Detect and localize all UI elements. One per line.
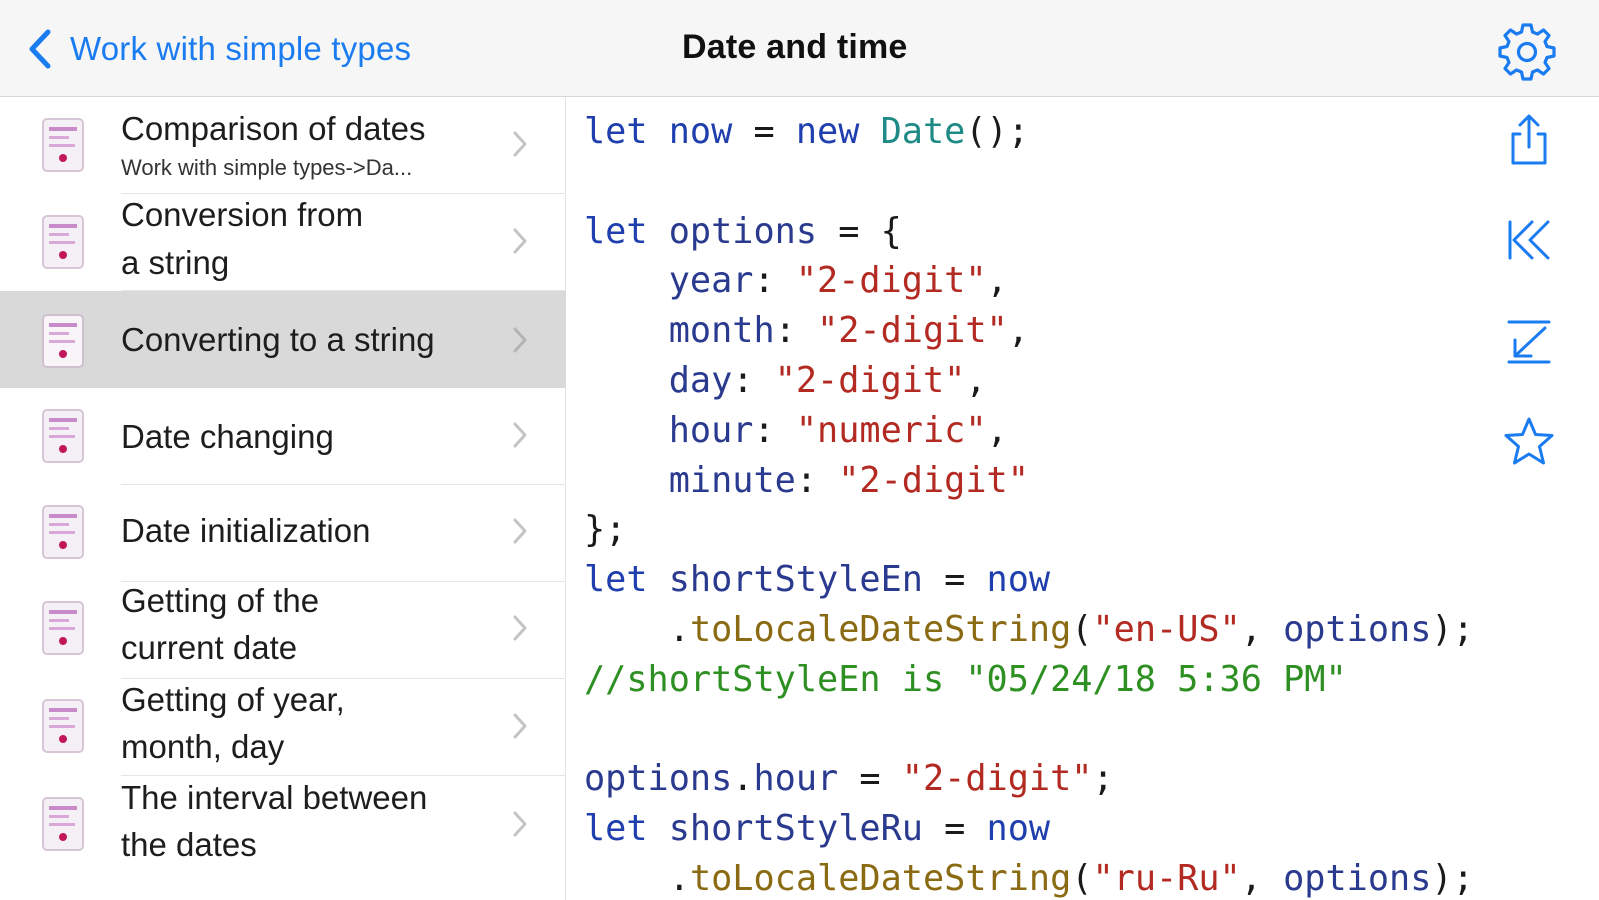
list-item-date-initialization[interactable]: Date initialization xyxy=(0,485,566,582)
code-document-icon xyxy=(42,314,84,368)
chevron-right-icon xyxy=(513,811,527,837)
code-document-icon xyxy=(42,409,84,463)
list-item-title-line2: current date xyxy=(121,629,298,666)
gear-icon[interactable] xyxy=(1497,22,1557,82)
list-item-getting-of-year-month-day[interactable]: Getting of year, month, day xyxy=(0,679,566,776)
skip-to-start-icon[interactable] xyxy=(1501,212,1557,268)
list-item-title-line2: month, day xyxy=(121,728,285,765)
code-block: let now = new Date(); let options = { ye… xyxy=(584,111,1474,899)
list-item-title: Getting of the xyxy=(121,582,320,619)
chevron-right-icon xyxy=(513,131,527,157)
list-item-the-interval-between-the-dates[interactable]: The interval between the dates xyxy=(0,776,566,873)
list-item-conversion-from-a-string[interactable]: Conversion from a string xyxy=(0,194,566,291)
code-viewer[interactable]: let now = new Date(); let options = { ye… xyxy=(566,97,1599,900)
list-item-title-line2: a string xyxy=(121,244,230,281)
chevron-right-icon xyxy=(513,615,527,641)
navigation-bar: Work with simple types Date and time xyxy=(0,0,1599,97)
code-document-icon xyxy=(42,699,84,753)
back-button[interactable]: Work with simple types xyxy=(26,24,411,74)
back-button-label: Work with simple types xyxy=(70,30,412,67)
topic-list: Comparison of dates Work with simple typ… xyxy=(0,97,566,900)
star-icon[interactable] xyxy=(1501,414,1557,470)
code-document-icon xyxy=(42,215,84,269)
code-document-icon xyxy=(42,601,84,655)
list-item-comparison-of-dates[interactable]: Comparison of dates Work with simple typ… xyxy=(0,97,566,194)
code-document-icon xyxy=(42,505,84,559)
list-item-getting-of-the-current-date[interactable]: Getting of the current date xyxy=(0,582,566,679)
list-item-title: Date initialization xyxy=(121,512,371,549)
list-item-title-line2: the dates xyxy=(121,826,257,863)
list-item-title: Getting of year, xyxy=(121,681,345,718)
list-item-title: Conversion from xyxy=(121,196,364,233)
chevron-right-icon xyxy=(513,713,527,739)
list-item-date-changing[interactable]: Date changing xyxy=(0,388,566,485)
list-item-title: Converting to a string xyxy=(121,321,435,358)
chevron-right-icon xyxy=(513,518,527,544)
skip-to-end-icon[interactable] xyxy=(1501,314,1557,370)
list-item-title: Date changing xyxy=(121,418,334,455)
page-title: Date and time xyxy=(682,28,908,66)
share-icon[interactable] xyxy=(1501,112,1557,168)
list-item-title: Comparison of dates xyxy=(121,110,426,147)
chevron-right-icon xyxy=(513,228,527,254)
list-item-subtitle: Work with simple types->Da... xyxy=(121,155,413,180)
chevron-right-icon xyxy=(513,327,527,353)
code-document-icon xyxy=(42,797,84,851)
code-document-icon xyxy=(42,118,84,172)
list-item-title: The interval between xyxy=(121,779,428,816)
chevron-right-icon xyxy=(513,422,527,448)
list-item-converting-to-a-string[interactable]: Converting to a string xyxy=(0,291,566,388)
chevron-left-icon xyxy=(29,29,51,69)
